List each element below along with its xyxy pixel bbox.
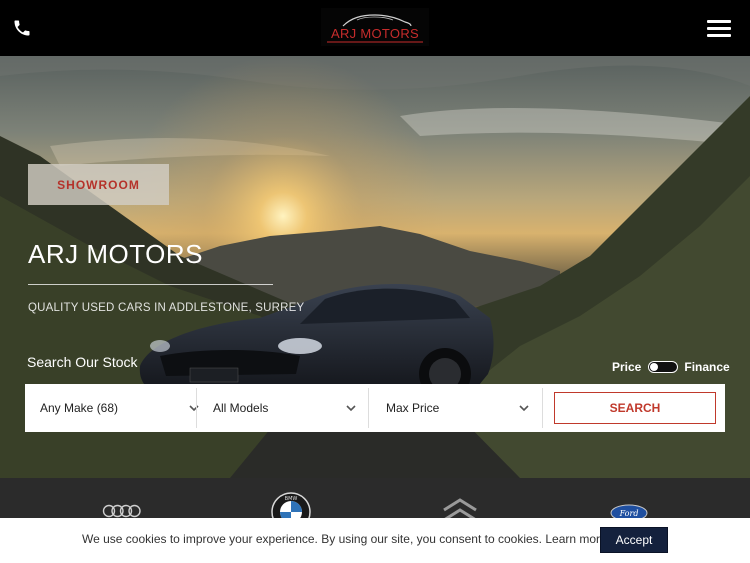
model-select-value: All Models (213, 401, 269, 415)
site-logo[interactable]: ARJ MOTORS (321, 8, 429, 46)
accept-cookies-button[interactable]: Accept (600, 527, 668, 553)
stock-search-bar: Any Make (68) All Models Max Price SEARC… (25, 384, 725, 432)
site-header: ARJ MOTORS (0, 0, 750, 56)
hamburger-menu-icon[interactable] (707, 20, 731, 38)
make-select-value: Any Make (68) (40, 401, 119, 415)
model-select[interactable]: All Models (213, 384, 369, 432)
hero-subtitle: QUALITY USED CARS IN ADDLESTONE, SURREY (28, 302, 305, 314)
toggle-finance-label: Finance (684, 360, 730, 374)
search-button[interactable]: SEARCH (554, 392, 716, 424)
chevron-down-icon (519, 405, 529, 412)
cookie-text: We use cookies to improve your experienc… (82, 532, 543, 546)
chevron-down-icon (189, 405, 199, 412)
toggle-price-label: Price (612, 360, 642, 374)
make-select[interactable]: Any Make (68) (40, 384, 199, 432)
price-select-value: Max Price (386, 401, 440, 415)
hero-section: SHOWROOM ARJ MOTORS QUALITY USED CARS IN… (0, 56, 750, 478)
svg-text:BMW: BMW (285, 496, 298, 502)
showroom-button[interactable]: SHOWROOM (28, 164, 169, 205)
phone-icon[interactable] (12, 18, 32, 38)
cookie-message: We use cookies to improve your experienc… (82, 532, 607, 546)
logo-text: ARJ MOTORS (331, 26, 419, 41)
search-divider (542, 388, 543, 428)
chevron-down-icon (346, 405, 356, 412)
search-stock-label: Search Our Stock (27, 354, 138, 370)
search-divider (196, 388, 197, 428)
switch-knob (650, 363, 659, 371)
hero-divider (28, 284, 273, 285)
search-divider (368, 388, 369, 428)
learn-more-link[interactable]: Learn more (545, 532, 606, 546)
price-finance-switch[interactable] (648, 361, 679, 373)
cookie-consent-bar: We use cookies to improve your experienc… (0, 518, 750, 563)
hero-title: ARJ MOTORS (28, 239, 203, 269)
svg-text:Ford: Ford (619, 509, 639, 518)
max-price-select[interactable]: Max Price (386, 384, 542, 432)
price-finance-toggle: Price Finance (612, 358, 730, 376)
